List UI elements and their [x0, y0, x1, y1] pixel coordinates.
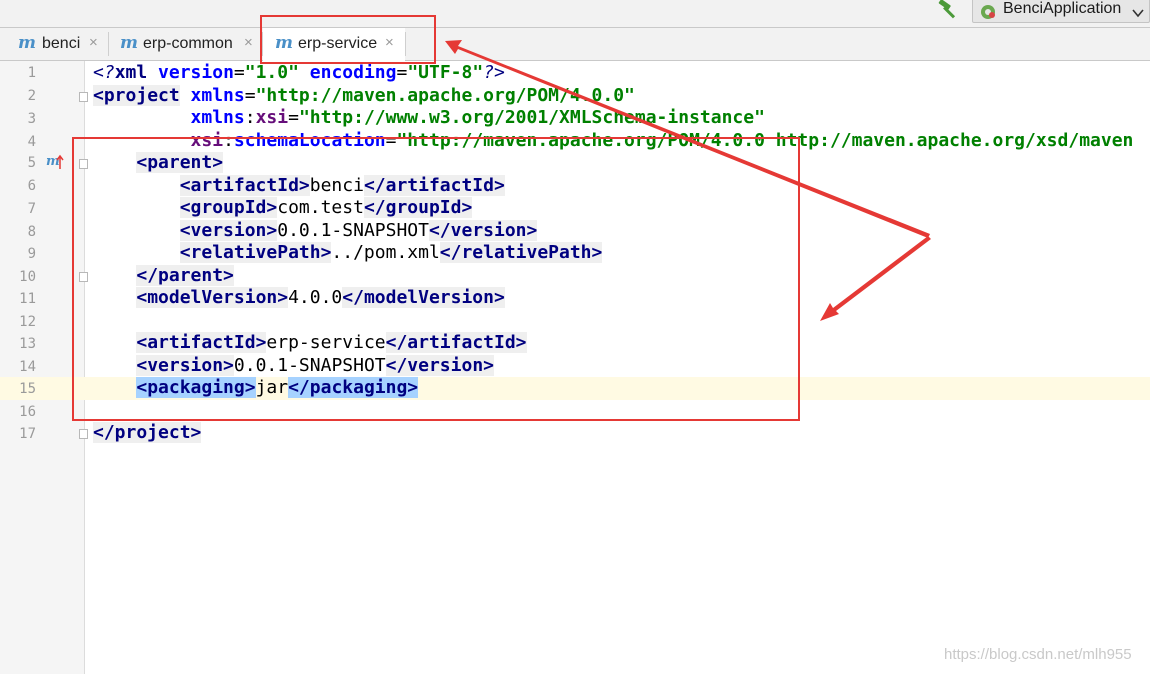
code-line-8: <version>0.0.1-SNAPSHOT</version> [179, 220, 538, 241]
editor-tab-bar: m benci × m erp-common × m erp-service × [0, 27, 1150, 61]
hammer-icon[interactable] [936, 0, 960, 20]
line-number: 16 [19, 404, 36, 420]
tab-erp-service[interactable]: m erp-service × [263, 28, 405, 61]
code-line-4: xsi:schemaLocation="http://maven.apache.… [190, 130, 1134, 151]
fold-marker[interactable] [79, 92, 88, 102]
line-number: 17 [19, 426, 36, 442]
line-number: 7 [27, 201, 36, 217]
line-number: 6 [27, 178, 36, 194]
code-line-15: <packaging>jar</packaging> [136, 377, 419, 398]
code-line-2: <project xmlns="http://maven.apache.org/… [93, 85, 635, 106]
chevron-down-icon [1132, 3, 1144, 22]
code-line-13: <artifactId>erp-service</artifactId> [136, 332, 527, 353]
code-line-14: <version>0.0.1-SNAPSHOT</version> [136, 355, 494, 376]
code-line-6: <artifactId>benci</artifactId> [179, 175, 505, 196]
run-configuration-selector[interactable]: BenciApplication [972, 0, 1150, 23]
code-line-3: xmlns:xsi="http://www.w3.org/2001/XMLSch… [190, 107, 765, 128]
code-line-5: <parent> [136, 152, 224, 173]
line-number: 15 [19, 381, 36, 397]
close-icon[interactable]: × [244, 34, 253, 51]
top-toolbar: BenciApplication [0, 0, 1150, 27]
spring-boot-icon [979, 2, 997, 20]
tab-erp-common[interactable]: m erp-common × [109, 28, 262, 61]
line-number: 12 [19, 314, 36, 330]
code-line-17: </project> [93, 422, 202, 443]
line-number: 5 [27, 155, 36, 171]
line-number: 8 [27, 224, 36, 240]
tab-label: erp-common [143, 35, 233, 52]
line-number: 2 [27, 88, 36, 104]
maven-icon: m [120, 33, 138, 53]
close-icon[interactable]: × [89, 34, 98, 51]
navigate-up-arrow-icon[interactable] [56, 154, 64, 174]
tab-separator [405, 32, 406, 56]
line-number: 10 [19, 269, 36, 285]
maven-icon: m [275, 33, 293, 53]
line-number: 1 [27, 65, 36, 81]
fold-marker[interactable] [79, 272, 88, 282]
line-number: 3 [27, 111, 36, 127]
tab-benci[interactable]: m benci × [0, 28, 108, 61]
maven-icon: m [18, 33, 36, 53]
line-number: 13 [19, 336, 36, 352]
fold-marker[interactable] [79, 429, 88, 439]
tab-label: erp-service [298, 35, 378, 52]
code-line-9: <relativePath>../pom.xml</relativePath> [179, 242, 603, 263]
line-number: 14 [19, 359, 36, 375]
run-configuration-label: BenciApplication [1003, 0, 1122, 17]
tab-label: benci [42, 35, 81, 52]
code-line-1: <?xml version="1.0" encoding="UTF-8"?> [93, 62, 505, 83]
code-line-7: <groupId>com.test</groupId> [179, 197, 473, 218]
line-number: 11 [19, 291, 36, 307]
fold-marker[interactable] [79, 159, 88, 169]
close-icon[interactable]: × [385, 34, 394, 51]
code-line-10: </parent> [136, 265, 234, 286]
line-number: 4 [27, 134, 36, 150]
code-line-11: <modelVersion>4.0.0</modelVersion> [136, 287, 505, 308]
line-number: 9 [27, 246, 36, 262]
watermark: https://blog.csdn.net/mlh955 [944, 646, 1132, 663]
